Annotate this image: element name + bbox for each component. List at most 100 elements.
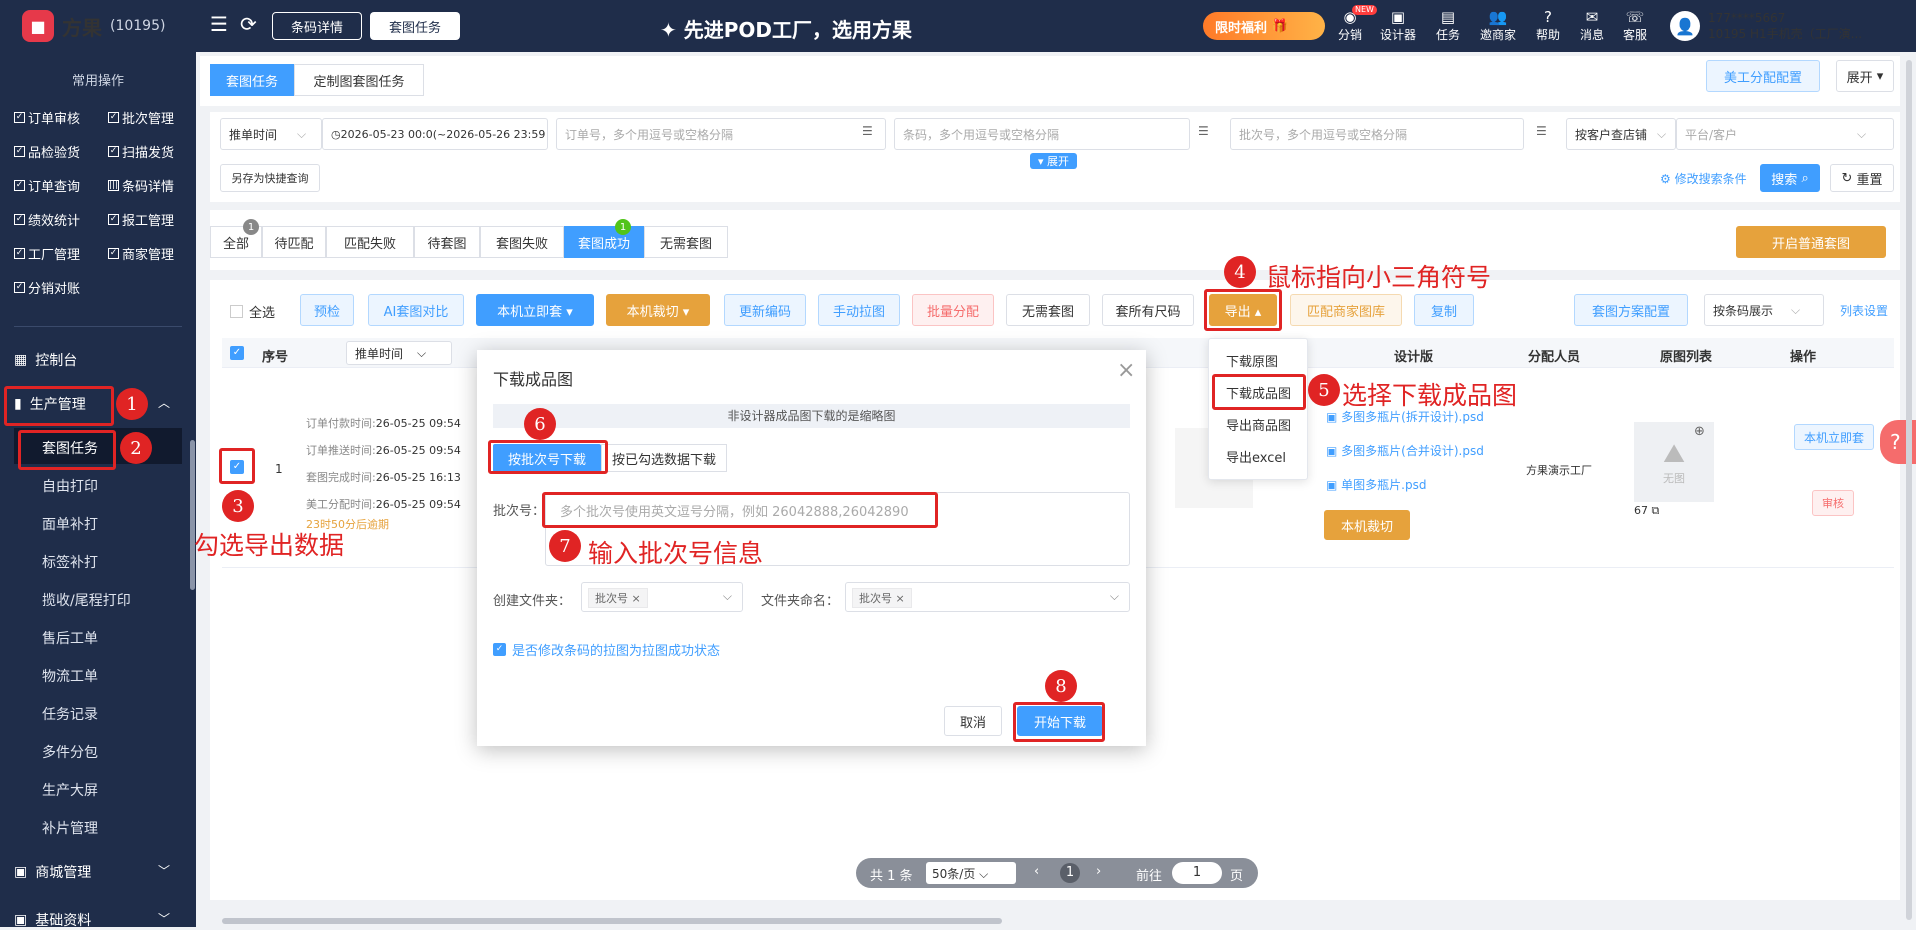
column-settings-link[interactable]: 列表设置 xyxy=(1840,302,1888,319)
sidebar-scrollbar[interactable] xyxy=(190,440,195,590)
folder-select[interactable]: 批次号 × ⌵ xyxy=(581,582,743,612)
page-size-select[interactable]: 50条/页 ⌵ xyxy=(926,862,1016,884)
submenu-aftersale[interactable]: 售后工单 xyxy=(42,628,98,648)
prev-page-icon[interactable]: ‹ xyxy=(1034,864,1039,879)
submenu-logistics[interactable]: 物流工单 xyxy=(42,666,98,686)
all-sizes-button[interactable]: 套所有尺码 xyxy=(1102,294,1194,326)
quick-barcode[interactable]: ||| 条码详情 xyxy=(108,176,174,195)
status-tab-all[interactable]: 全部 1 xyxy=(210,219,262,258)
nav-help[interactable]: ? 帮助 xyxy=(1528,8,1568,43)
submenu-free-print[interactable]: 自由打印 xyxy=(42,476,98,496)
menu-basic[interactable]: ▣ 基础资料 xyxy=(14,910,91,930)
menu-export-product[interactable]: 导出商品图 xyxy=(1226,415,1291,434)
submenu-waybill[interactable]: 面单补打 xyxy=(42,514,98,534)
nav-task[interactable]: ▤ 任务 xyxy=(1428,8,1468,43)
header-tab-barcode[interactable]: 条码详情 xyxy=(272,12,362,40)
status-tab-success[interactable]: 套图成功 1 xyxy=(564,219,644,258)
goto-input[interactable]: 1 xyxy=(1172,862,1222,884)
status-tab-wait[interactable]: 待套图 xyxy=(414,226,480,258)
quick-batch[interactable]: ✓ 批次管理 xyxy=(108,108,174,127)
nav-share[interactable]: ◉ NEW 分销 xyxy=(1330,5,1377,43)
close-icon[interactable]: × xyxy=(1117,358,1135,383)
menu-dashboard[interactable]: ▦ 控制台 xyxy=(14,350,77,370)
user-menu[interactable]: 👤 177****5667 10195 H1手机壳（工厂演... xyxy=(1670,10,1862,42)
copy-button[interactable]: 复制 xyxy=(1414,294,1474,326)
list-icon[interactable]: ☰ xyxy=(1536,124,1547,138)
expand-filter-button[interactable]: ▾ 展开 xyxy=(1030,153,1078,169)
barcode-input[interactable]: 条码，多个用逗号或空格分隔 xyxy=(894,118,1190,150)
status-checkbox[interactable]: ✓ 是否修改条码的拉图为拉图成功状态 xyxy=(493,640,720,659)
submenu-patch[interactable]: 补片管理 xyxy=(42,818,98,838)
row-audit-button[interactable]: 审核 xyxy=(1812,490,1854,516)
submenu-multi-pack[interactable]: 多件分包 xyxy=(42,742,98,762)
quick-report[interactable]: ✓ 报工管理 xyxy=(108,210,174,229)
design-file-link[interactable]: ▣ 多图多瓶片(合并设计).psd xyxy=(1326,442,1484,459)
cancel-button[interactable]: 取消 xyxy=(944,706,1002,736)
row-crop-button[interactable]: 本机裁切 xyxy=(1324,510,1410,540)
nav-invite[interactable]: 👥 邀商家 xyxy=(1478,8,1518,43)
menu-production[interactable]: ▮ 生产管理 xyxy=(14,394,86,414)
display-mode-select[interactable]: 按条码展示 ⌵ xyxy=(1704,294,1824,326)
plan-config-button[interactable]: 套图方案配置 xyxy=(1574,294,1688,326)
open-normal-button[interactable]: 开启普通套图 xyxy=(1736,226,1886,258)
save-quick-button[interactable]: 另存为快捷查询 xyxy=(220,164,320,192)
time-type-select[interactable]: 推单时间 ⌵ xyxy=(220,118,322,150)
list-icon[interactable]: ☰ xyxy=(1198,124,1209,138)
submenu-pickup[interactable]: 揽收/尾程打印 xyxy=(42,590,131,610)
menu-export-excel[interactable]: 导出excel xyxy=(1226,447,1286,466)
tab-custom-task[interactable]: 定制图套图任务 xyxy=(294,64,424,96)
next-page-icon[interactable]: › xyxy=(1096,864,1101,879)
status-tab-fail[interactable]: 套图失败 xyxy=(480,226,564,258)
name-select[interactable]: 批次号 × ⌵ xyxy=(845,582,1130,612)
batch-input[interactable]: 批次号，多个用逗号或空格分隔 xyxy=(1230,118,1524,150)
tab-by-selected[interactable]: 按已勾选数据下载 xyxy=(601,444,727,472)
quick-reconcile[interactable]: ✓ 分销对账 xyxy=(14,278,80,297)
assign-config-button[interactable]: 美工分配配置 xyxy=(1706,60,1820,92)
no-need-button[interactable]: 无需套图 xyxy=(1006,294,1090,326)
order-input[interactable]: 订单号，多个用逗号或空格分隔 xyxy=(556,118,886,150)
row-apply-button[interactable]: 本机立即套 xyxy=(1794,424,1874,450)
update-code-button[interactable]: 更新编码 xyxy=(724,294,806,326)
local-crop-button[interactable]: 本机裁切 ▾ xyxy=(606,294,710,326)
status-tab-match-fail[interactable]: 匹配失败 xyxy=(326,226,414,258)
design-file-link[interactable]: ▣ 单图多瓶片.psd xyxy=(1326,476,1426,493)
quick-inspect[interactable]: ✓ 品检验货 xyxy=(14,142,80,161)
menu-mall[interactable]: ▣ 商城管理 xyxy=(14,862,91,882)
quick-scan-ship[interactable]: ✓ 扫描发货 xyxy=(108,142,174,161)
header-time-select[interactable]: 推单时间 ⌵ xyxy=(346,341,452,365)
chevron-down-icon[interactable]: ﹀ xyxy=(158,862,170,879)
status-tab-none[interactable]: 无需套图 xyxy=(644,226,728,258)
status-tab-pending[interactable]: 待匹配 xyxy=(262,226,326,258)
vertical-scrollbar[interactable] xyxy=(1906,60,1912,920)
quick-performance[interactable]: ✓ 绩效统计 xyxy=(14,210,80,229)
chevron-up-icon[interactable]: ︿ xyxy=(158,394,170,411)
promo-button[interactable]: 限时福利 🎁 xyxy=(1203,12,1325,40)
quick-order-audit[interactable]: ✓ 订单审核 xyxy=(14,108,80,127)
row-checkbox[interactable]: ✓ xyxy=(230,460,244,474)
tab-task[interactable]: 套图任务 xyxy=(210,64,294,96)
nav-service[interactable]: ☏ 客服 xyxy=(1615,8,1655,43)
manual-pull-button[interactable]: 手动拉图 xyxy=(818,294,900,326)
quick-merchant[interactable]: ✓ 商家管理 xyxy=(108,244,174,263)
quick-factory[interactable]: ✓ 工厂管理 xyxy=(14,244,80,263)
horizontal-scrollbar[interactable] xyxy=(222,918,1002,924)
nav-designer[interactable]: ▣ 设计器 xyxy=(1378,8,1418,43)
local-apply-button[interactable]: 本机立即套 ▾ xyxy=(476,294,594,326)
zoom-icon[interactable]: ⊕ xyxy=(1694,424,1705,439)
modify-search-link[interactable]: ⚙ 修改搜索条件 xyxy=(1660,170,1747,187)
page-number[interactable]: 1 xyxy=(1060,863,1080,883)
refresh-icon[interactable]: ⟳ xyxy=(240,12,257,36)
list-icon[interactable]: ☰ xyxy=(862,124,873,138)
submenu-records[interactable]: 任务记录 xyxy=(42,704,98,724)
precheck-button[interactable]: 预检 xyxy=(300,294,354,326)
expand-button[interactable]: 展开 ▾ xyxy=(1836,60,1894,92)
reset-button[interactable]: ↻ 重置 xyxy=(1830,164,1894,192)
batch-assign-button[interactable]: 批量分配 xyxy=(912,294,994,326)
chevron-down-icon[interactable]: ﹀ xyxy=(158,910,170,927)
select-all[interactable]: 全选 xyxy=(230,302,275,321)
header-checkbox[interactable]: ✓ xyxy=(230,346,244,360)
menu-download-original[interactable]: 下载原图 xyxy=(1226,351,1278,370)
date-range-input[interactable]: ◷ 2026-05-23 00:0(~2026-05-26 23:59 xyxy=(322,118,548,150)
quick-order-query[interactable]: ✓ 订单查询 xyxy=(14,176,80,195)
nav-message[interactable]: ✉ 消息 xyxy=(1572,8,1612,43)
